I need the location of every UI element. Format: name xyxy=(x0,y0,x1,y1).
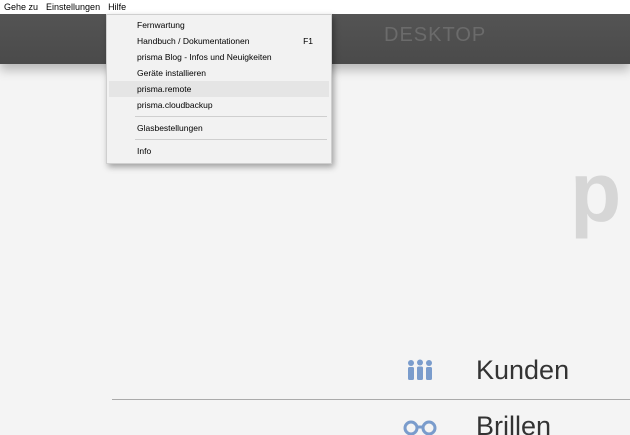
menu-item-prisma-cloudbackup[interactable]: prisma.cloudbackup xyxy=(109,97,329,113)
nav-item-label: Brillen xyxy=(476,410,552,435)
menu-item-shortcut: F1 xyxy=(303,36,313,46)
menu-item-info[interactable]: Info xyxy=(109,143,329,159)
nav-item-label: Kunden xyxy=(476,354,570,385)
menu-item-handbuch[interactable]: Handbuch / Dokumentationen F1 xyxy=(109,33,329,49)
menu-item-prisma-remote[interactable]: prisma.remote xyxy=(109,81,329,97)
menu-gehe-zu[interactable]: Gehe zu xyxy=(0,0,42,14)
menu-item-geraete-installieren[interactable]: Geräte installieren xyxy=(109,65,329,81)
nav-item-brillen[interactable]: Brillen xyxy=(400,408,551,435)
menu-separator xyxy=(135,139,327,140)
menu-einstellungen[interactable]: Einstellungen xyxy=(42,0,104,14)
glasses-icon xyxy=(400,414,440,435)
menu-item-label: Glasbestellungen xyxy=(137,123,203,133)
menu-item-label: Geräte installieren xyxy=(137,68,206,78)
menu-item-fernwartung[interactable]: Fernwartung xyxy=(109,17,329,33)
menu-hilfe[interactable]: Hilfe xyxy=(104,0,131,14)
menu-item-label: prisma.remote xyxy=(137,84,192,94)
menu-item-label: prisma.cloudbackup xyxy=(137,100,213,110)
menu-separator xyxy=(135,116,327,117)
nav-divider xyxy=(112,399,630,400)
brand-logo-text: p xyxy=(570,145,621,239)
menubar: Gehe zu Einstellungen Hilfe xyxy=(0,0,630,14)
people-icon xyxy=(400,358,440,382)
page-title: DESKTOP xyxy=(384,24,487,46)
help-dropdown-menu: Fernwartung Handbuch / Dokumentationen F… xyxy=(106,14,332,164)
menu-item-label: Handbuch / Dokumentationen xyxy=(137,36,250,46)
menu-item-label: Info xyxy=(137,146,152,156)
nav-item-kunden[interactable]: Kunden xyxy=(400,352,569,388)
menu-item-label: prisma Blog - Infos und Neuigkeiten xyxy=(137,52,272,62)
app-window: Gehe zu Einstellungen Hilfe DESKTOP Fern… xyxy=(0,0,630,435)
menu-item-blog[interactable]: prisma Blog - Infos und Neuigkeiten xyxy=(109,49,329,65)
menu-item-label: Fernwartung xyxy=(137,20,185,30)
menu-item-glasbestellungen[interactable]: Glasbestellungen xyxy=(109,120,329,136)
